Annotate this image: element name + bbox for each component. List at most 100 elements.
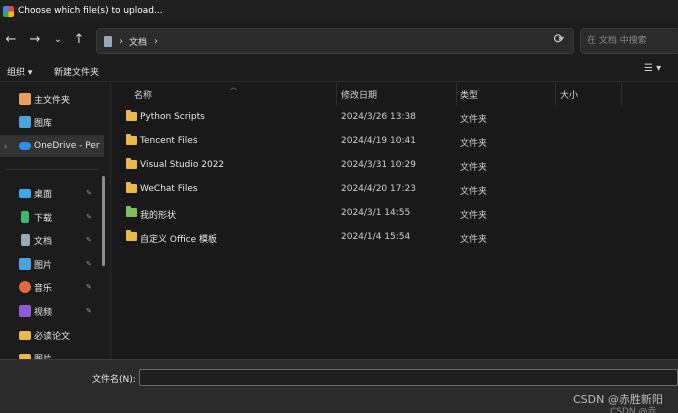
sidebar-item-pictures[interactable]: 图片 ✎ bbox=[0, 253, 104, 275]
documents-icon bbox=[21, 234, 30, 246]
sidebar-item-papers[interactable]: 必读论文 bbox=[0, 324, 104, 346]
chrome-icon bbox=[3, 5, 14, 17]
videos-icon bbox=[19, 305, 31, 317]
sidebar-item-label: 图库 bbox=[34, 118, 53, 129]
new-folder-button[interactable]: 新建文件夹 bbox=[54, 65, 99, 78]
column-divider[interactable] bbox=[621, 83, 622, 105]
column-header-size[interactable]: 大小 bbox=[560, 88, 578, 101]
file-name: 我的形状 bbox=[140, 211, 177, 221]
file-name: Python Scripts bbox=[140, 112, 205, 122]
sidebar-item-gallery[interactable]: 图库 bbox=[0, 111, 104, 133]
column-header-row: ︿ 名称 修改日期 类型 大小 bbox=[112, 83, 678, 105]
folder-icon bbox=[126, 158, 137, 169]
column-header-name[interactable]: 名称 bbox=[134, 88, 152, 101]
watermark: CSDN @赤 bbox=[610, 407, 657, 413]
breadcrumb-documents[interactable]: 文档 bbox=[129, 35, 147, 48]
sidebar-item-label: 主文件夹 bbox=[34, 95, 71, 106]
file-modified: 2024/1/4 15:54 bbox=[341, 232, 411, 242]
download-icon bbox=[21, 211, 29, 223]
table-row[interactable]: 自定义 Office 模板 2024/1/4 15:54 文件夹 bbox=[112, 225, 678, 249]
file-type: 文件夹 bbox=[460, 211, 488, 221]
file-name: Tencent Files bbox=[140, 136, 198, 146]
back-icon[interactable]: ← bbox=[2, 31, 20, 49]
column-header-modified[interactable]: 修改日期 bbox=[341, 88, 377, 101]
column-divider[interactable] bbox=[555, 83, 556, 105]
sidebar-item-label: 图片 bbox=[34, 352, 52, 360]
file-type: 文件夹 bbox=[460, 163, 488, 173]
file-name: Visual Studio 2022 bbox=[140, 160, 225, 170]
address-bar[interactable]: › 文档 › ⌄ bbox=[96, 28, 574, 54]
folder-icon bbox=[126, 110, 137, 121]
documents-icon bbox=[104, 35, 112, 47]
pin-icon: ✎ bbox=[86, 213, 92, 221]
sidebar-item-home[interactable]: 主文件夹 bbox=[0, 88, 104, 110]
recent-locations-icon[interactable]: ⌄ bbox=[49, 31, 67, 49]
sidebar-item-pictures-folder[interactable]: 图片 bbox=[0, 347, 104, 359]
sidebar-item-label: 文档 bbox=[34, 236, 53, 247]
window-title: Choose which file(s) to upload... bbox=[18, 6, 163, 16]
file-list: ︿ 名称 修改日期 类型 大小 Python Scripts 2024/3/26… bbox=[112, 83, 678, 359]
sidebar-item-onedrive[interactable]: › OneDrive - Per bbox=[0, 135, 104, 157]
pin-icon: ✎ bbox=[86, 189, 92, 197]
breadcrumb-separator: › bbox=[119, 35, 123, 47]
folder-icon bbox=[126, 134, 137, 145]
sidebar-divider bbox=[6, 169, 98, 170]
pictures-icon bbox=[19, 258, 31, 270]
pin-icon: ✎ bbox=[86, 260, 92, 268]
navigation-bar: ← → ⌄ ↑ › 文档 › ⌄ ⟳ bbox=[0, 22, 678, 60]
column-divider[interactable] bbox=[456, 83, 457, 105]
sidebar-item-label: 图片 bbox=[34, 260, 53, 271]
table-row[interactable]: Python Scripts 2024/3/26 13:38 文件夹 bbox=[112, 105, 678, 129]
view-options-icon[interactable]: ☰ ▾ bbox=[644, 63, 672, 79]
pin-icon: ✎ bbox=[86, 236, 92, 244]
table-row[interactable]: Visual Studio 2022 2024/3/31 10:29 文件夹 bbox=[112, 153, 678, 177]
breadcrumb-separator[interactable]: › bbox=[154, 36, 158, 47]
sort-ascending-icon: ︿ bbox=[230, 83, 237, 91]
column-header-type[interactable]: 类型 bbox=[460, 88, 478, 101]
gallery-icon bbox=[19, 116, 31, 128]
sidebar-item-videos[interactable]: 视频 ✎ bbox=[0, 300, 104, 322]
sidebar-scrollbar[interactable] bbox=[102, 176, 105, 266]
folder-icon bbox=[126, 182, 137, 193]
up-icon[interactable]: ↑ bbox=[70, 31, 88, 49]
title-bar: Choose which file(s) to upload... bbox=[0, 0, 678, 22]
filename-input[interactable] bbox=[139, 369, 678, 386]
file-name: WeChat Files bbox=[140, 184, 198, 194]
folder-icon bbox=[19, 330, 31, 340]
sidebar-item-downloads[interactable]: 下载 ✎ bbox=[0, 206, 104, 228]
forward-icon[interactable]: → bbox=[26, 31, 44, 49]
table-row[interactable]: 我的形状 2024/3/1 14:55 文件夹 bbox=[112, 201, 678, 225]
file-type: 文件夹 bbox=[460, 187, 488, 197]
organize-button[interactable]: 组织 ▾ bbox=[7, 65, 32, 78]
pin-icon: ✎ bbox=[86, 307, 92, 315]
pane-splitter[interactable] bbox=[110, 83, 111, 359]
search-input[interactable] bbox=[581, 29, 678, 53]
sidebar-item-music[interactable]: 音乐 ✎ bbox=[0, 276, 104, 298]
sidebar-item-desktop[interactable]: 桌面 ✎ bbox=[0, 182, 104, 204]
file-modified: 2024/3/26 13:38 bbox=[341, 112, 416, 122]
sidebar-item-label: 桌面 bbox=[34, 189, 53, 200]
table-row[interactable]: Tencent Files 2024/4/19 10:41 文件夹 bbox=[112, 129, 678, 153]
expand-icon[interactable]: › bbox=[4, 142, 7, 151]
file-name: 自定义 Office 模板 bbox=[140, 235, 217, 245]
onedrive-icon bbox=[19, 142, 31, 150]
search-box[interactable] bbox=[580, 28, 678, 54]
sidebar-item-label: 音乐 bbox=[34, 283, 53, 294]
sidebar-item-label: OneDrive - Per bbox=[34, 141, 100, 151]
command-bar: 组织 ▾ 新建文件夹 ☰ ▾ bbox=[0, 60, 678, 82]
desktop-icon bbox=[19, 188, 31, 198]
music-icon bbox=[19, 281, 31, 293]
file-type: 文件夹 bbox=[460, 139, 488, 149]
home-icon bbox=[19, 93, 31, 105]
table-row[interactable]: WeChat Files 2024/4/20 17:23 文件夹 bbox=[112, 177, 678, 201]
navigation-pane: 主文件夹 图库 › OneDrive - Per 桌面 ✎ 下载 ✎ 文档 ✎ … bbox=[0, 83, 110, 359]
sidebar-item-label: 视频 bbox=[34, 307, 53, 318]
file-modified: 2024/4/19 10:41 bbox=[341, 136, 416, 146]
column-divider[interactable] bbox=[336, 83, 337, 105]
refresh-icon[interactable]: ⟳ bbox=[550, 31, 568, 49]
shapes-folder-icon bbox=[126, 206, 137, 217]
sidebar-item-label: 必读论文 bbox=[34, 331, 71, 342]
file-modified: 2024/3/31 10:29 bbox=[341, 160, 416, 170]
sidebar-item-documents[interactable]: 文档 ✎ bbox=[0, 229, 104, 251]
file-modified: 2024/3/1 14:55 bbox=[341, 208, 411, 218]
